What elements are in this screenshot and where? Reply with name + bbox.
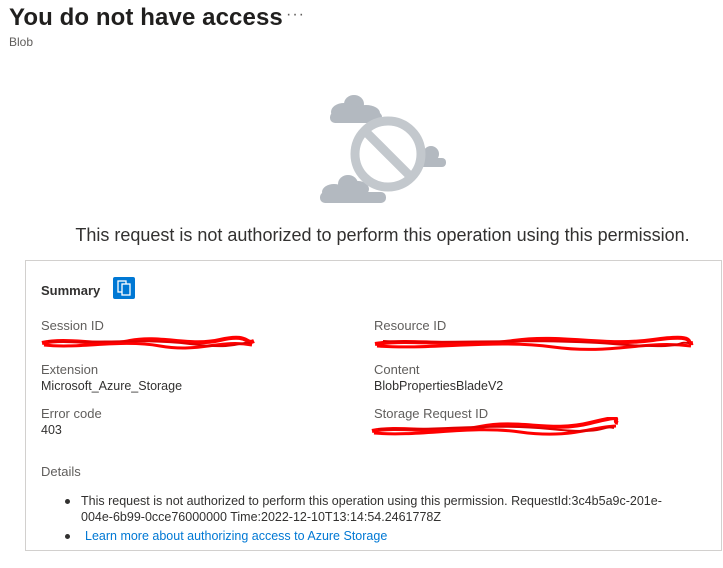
list-item: This request is not authorized to perfor… — [41, 493, 711, 525]
page-subtitle: Blob — [9, 35, 34, 49]
extension-label: Extension — [41, 362, 99, 377]
page-title: You do not have access — [9, 4, 283, 31]
error-message-text: This request is not authorized to perfor… — [75, 225, 690, 245]
details-list: This request is not authorized to perfor… — [41, 493, 711, 544]
summary-heading: Summary — [41, 283, 101, 298]
copy-icon — [117, 280, 131, 296]
extension-value: Microsoft_Azure_Storage — [41, 379, 183, 393]
more-options-button[interactable]: ··· — [286, 6, 305, 24]
error-code-label: Error code — [41, 406, 102, 421]
session-id-redacted-value — [41, 335, 255, 350]
content-label: Content — [374, 362, 420, 377]
learn-more-link[interactable]: Learn more about authorizing access to A… — [85, 529, 387, 543]
list-item: Learn more about authorizing access to A… — [41, 528, 711, 544]
details-text-line-1: This request is not authorized to perfor… — [81, 494, 662, 508]
error-message: This request is not authorized to perfor… — [0, 225, 723, 246]
content-value: BlobPropertiesBladeV2 — [374, 379, 504, 393]
resource-id-redacted-value — [374, 335, 694, 351]
summary-panel: Summary Session ID Resource ID Extension… — [25, 260, 722, 551]
bullet-icon — [65, 534, 70, 539]
copy-button[interactable] — [113, 277, 135, 299]
details-text-line-2: 004e-6b99-0cce76000000 Time:2022-12-10T1… — [81, 510, 441, 524]
bullet-icon — [65, 499, 70, 504]
details-heading: Details — [41, 464, 81, 479]
error-code-value: 403 — [41, 423, 62, 437]
storage-request-id-redacted-value — [371, 417, 619, 436]
resource-id-label: Resource ID — [374, 318, 447, 333]
no-access-illustration — [320, 95, 446, 203]
session-id-label: Session ID — [41, 318, 104, 333]
